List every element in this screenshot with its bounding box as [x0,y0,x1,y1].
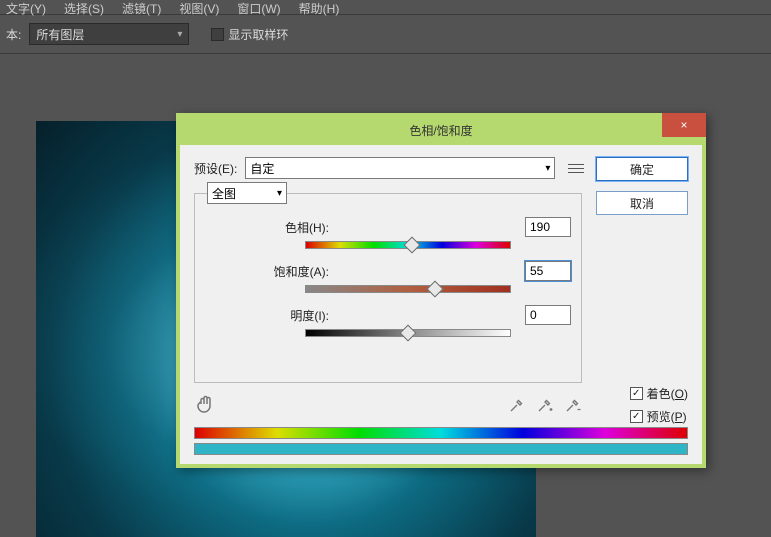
hand-icon[interactable] [194,393,218,417]
hue-input[interactable] [525,217,571,237]
eyedropper-icon[interactable] [508,396,526,414]
sample-label: 本: [6,26,21,43]
checkbox-icon [211,28,224,41]
menu-item[interactable]: 文字(Y) [6,0,46,14]
preset-select[interactable]: 自定 [245,157,555,179]
color-range-bars [194,427,688,459]
menu-item[interactable]: 滤镜(T) [122,0,161,14]
menu-item[interactable]: 选择(S) [64,0,104,14]
eyedropper-plus-icon[interactable] [536,396,554,414]
lightness-label: 明度(I): [205,307,345,324]
hue-slider[interactable] [305,241,511,251]
ok-button[interactable]: 确定 [596,157,688,181]
preset-label: 预设(E): [194,160,237,177]
saturation-slider[interactable] [305,285,511,295]
hue-label: 色相(H): [205,219,345,236]
saturation-label: 饱和度(A): [205,263,345,280]
lightness-slider[interactable] [305,329,511,339]
checkbox-checked-icon: ✓ [630,410,643,423]
preset-menu-icon[interactable] [567,159,585,177]
dialog-titlebar[interactable]: 色相/饱和度 × [178,115,704,145]
eyedropper-minus-icon[interactable] [564,396,582,414]
channel-select[interactable]: 全图 [207,182,287,204]
close-button[interactable]: × [662,113,706,137]
dialog-title: 色相/饱和度 [409,122,472,139]
sliders-group: 全图 色相(H): 饱和度(A): 明度(I): [194,193,582,383]
show-sample-ring-checkbox[interactable]: 显示取样环 [211,26,288,43]
preview-checkbox[interactable]: ✓ 预览(P) [630,408,688,425]
saturation-input[interactable] [525,261,571,281]
menubar: 文字(Y) 选择(S) 滤镜(T) 视图(V) 窗口(W) 帮助(H) [0,0,771,14]
cancel-button[interactable]: 取消 [596,191,688,215]
options-bar: 本: 所有图层 显示取样环 [0,14,771,54]
close-icon: × [680,118,687,132]
hue-saturation-dialog: 色相/饱和度 × 预设(E): 自定 确定 取消 全图 色相(H): 饱和度(A… [176,113,706,468]
input-color-bar[interactable] [194,427,688,439]
output-color-bar[interactable] [194,443,688,455]
menu-item[interactable]: 窗口(W) [237,0,280,14]
colorize-checkbox[interactable]: ✓ 着色(O) [630,385,688,402]
lightness-input[interactable] [525,305,571,325]
sample-layers-select[interactable]: 所有图层 [29,23,189,45]
checkbox-checked-icon: ✓ [630,387,643,400]
menu-item[interactable]: 视图(V) [179,0,219,14]
menu-item[interactable]: 帮助(H) [299,0,340,14]
